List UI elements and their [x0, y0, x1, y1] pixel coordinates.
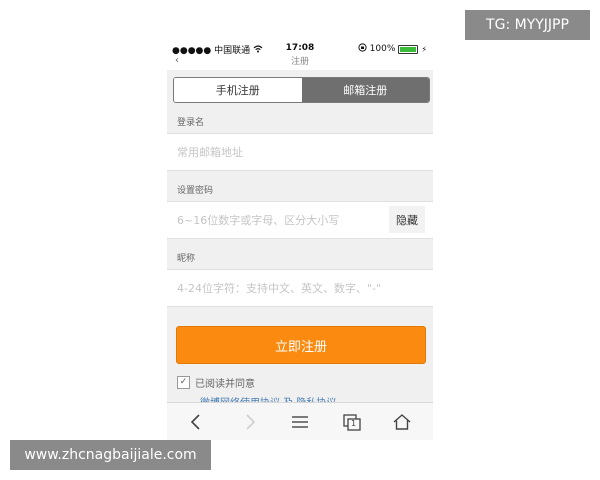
password-field[interactable]: 6~16位数字或字母、区分大小写 隐藏 — [167, 201, 433, 239]
nickname-label: 昵称 — [177, 254, 196, 264]
agree-checkbox[interactable]: ✓ — [177, 376, 190, 389]
tab-email-register[interactable]: 邮箱注册 — [301, 78, 429, 102]
nickname-placeholder: 4-24位字符：支持中文、英文、数字、"-" — [177, 282, 382, 295]
charging-icon: ⚡ — [421, 44, 427, 54]
login-name-label: 登录名 — [177, 118, 205, 128]
agreement-row: ✓ 已阅读并同意 — [177, 375, 255, 390]
back-icon[interactable] — [186, 412, 206, 432]
browser-toolbar: 1 — [167, 402, 433, 440]
page-title: 注册 — [290, 57, 309, 67]
forward-icon[interactable] — [240, 412, 260, 432]
password-label: 设置密码 — [177, 186, 214, 196]
register-tabs: 手机注册 邮箱注册 — [173, 77, 430, 103]
nickname-field[interactable]: 4-24位字符：支持中文、英文、数字、"-" — [167, 269, 433, 307]
battery-percent: 100% — [369, 44, 396, 54]
tabs-count: 1 — [351, 419, 357, 428]
home-icon[interactable] — [392, 412, 412, 432]
nav-bar: ‹ 注册 — [167, 55, 433, 70]
tabs-icon[interactable]: 1 — [342, 412, 362, 432]
tab-phone-register[interactable]: 手机注册 — [174, 78, 302, 102]
list-icon[interactable] — [290, 412, 310, 432]
password-placeholder: 6~16位数字或字母、区分大小写 — [177, 214, 340, 227]
battery-icon — [398, 44, 419, 54]
login-name-field[interactable]: 常用邮箱地址 — [167, 133, 433, 171]
watermark-site: www.zhcnagbaijiale.com — [10, 440, 211, 470]
login-name-placeholder: 常用邮箱地址 — [177, 146, 243, 159]
watermark-tg: TG: MYYJJPP — [465, 10, 590, 40]
agree-text: 已阅读并同意 — [195, 379, 255, 390]
hide-password-button[interactable]: 隐藏 — [389, 206, 425, 233]
register-button[interactable]: 立即注册 — [176, 326, 426, 364]
phone-screen: ●●●●● 中国联通 17:08 100% ⚡ ‹ 注册 手机注册 邮箱注册 登… — [167, 40, 433, 440]
